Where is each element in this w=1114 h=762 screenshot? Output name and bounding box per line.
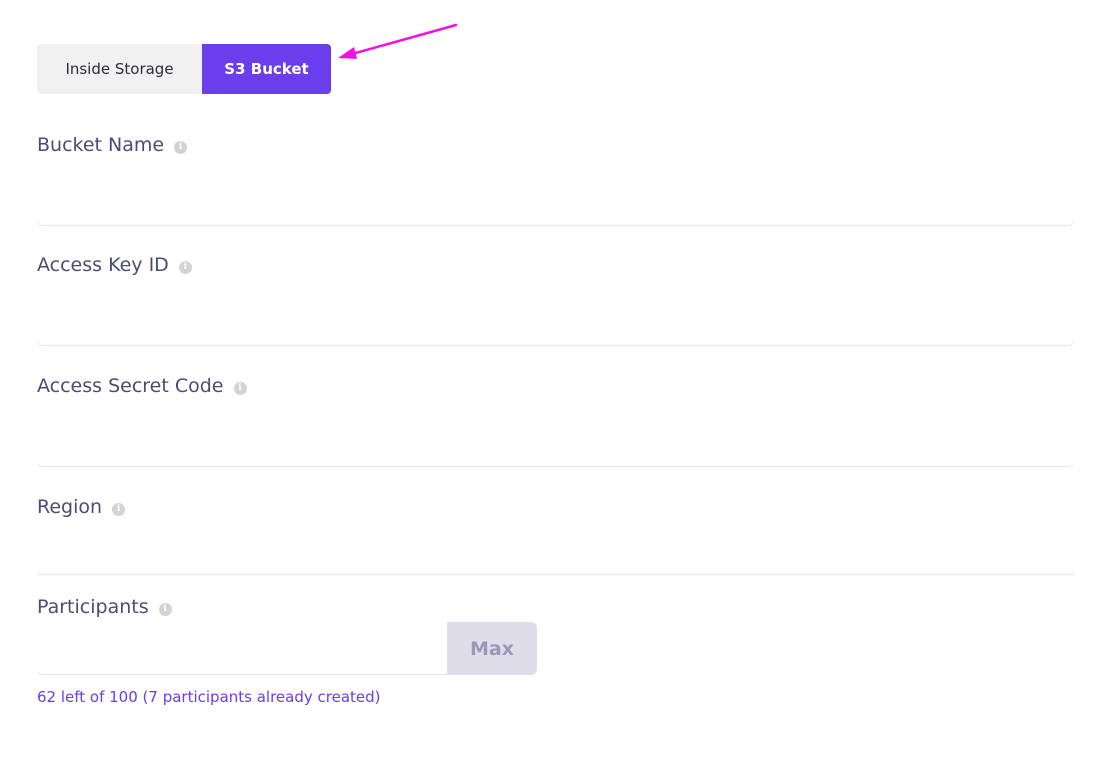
storage-type-toggle: Inside Storage S3 Bucket	[37, 44, 331, 94]
participants-label: Participants	[37, 596, 149, 618]
info-icon[interactable]: i	[112, 502, 126, 516]
participants-field: Participants i	[37, 592, 1074, 622]
participants-input[interactable]	[37, 622, 447, 675]
max-button[interactable]: Max	[447, 622, 537, 675]
region-input[interactable]	[37, 544, 1074, 588]
participants-input-group: Max	[37, 622, 537, 675]
access-key-id-field: Access Key ID i	[37, 250, 1074, 346]
access-secret-code-field: Access Secret Code i	[37, 371, 1074, 467]
bucket-name-field: Bucket Name i	[37, 130, 1074, 226]
access-secret-code-label: Access Secret Code	[37, 375, 224, 397]
access-key-id-input[interactable]	[37, 302, 1074, 346]
bucket-name-label: Bucket Name	[37, 134, 165, 156]
inside-storage-button[interactable]: Inside Storage	[37, 44, 202, 94]
divider	[37, 574, 1075, 575]
info-icon[interactable]: i	[158, 602, 172, 616]
access-secret-code-input[interactable]	[37, 423, 1074, 467]
participants-remaining-hint: 62 left of 100 (7 participants already c…	[37, 688, 381, 706]
s3-bucket-button[interactable]: S3 Bucket	[202, 44, 331, 94]
info-icon[interactable]: i	[233, 381, 247, 395]
access-key-id-label: Access Key ID	[37, 254, 169, 276]
bucket-name-input[interactable]	[37, 182, 1074, 226]
info-icon[interactable]: i	[178, 260, 192, 274]
region-label: Region	[37, 496, 103, 518]
info-icon[interactable]: i	[174, 140, 188, 154]
